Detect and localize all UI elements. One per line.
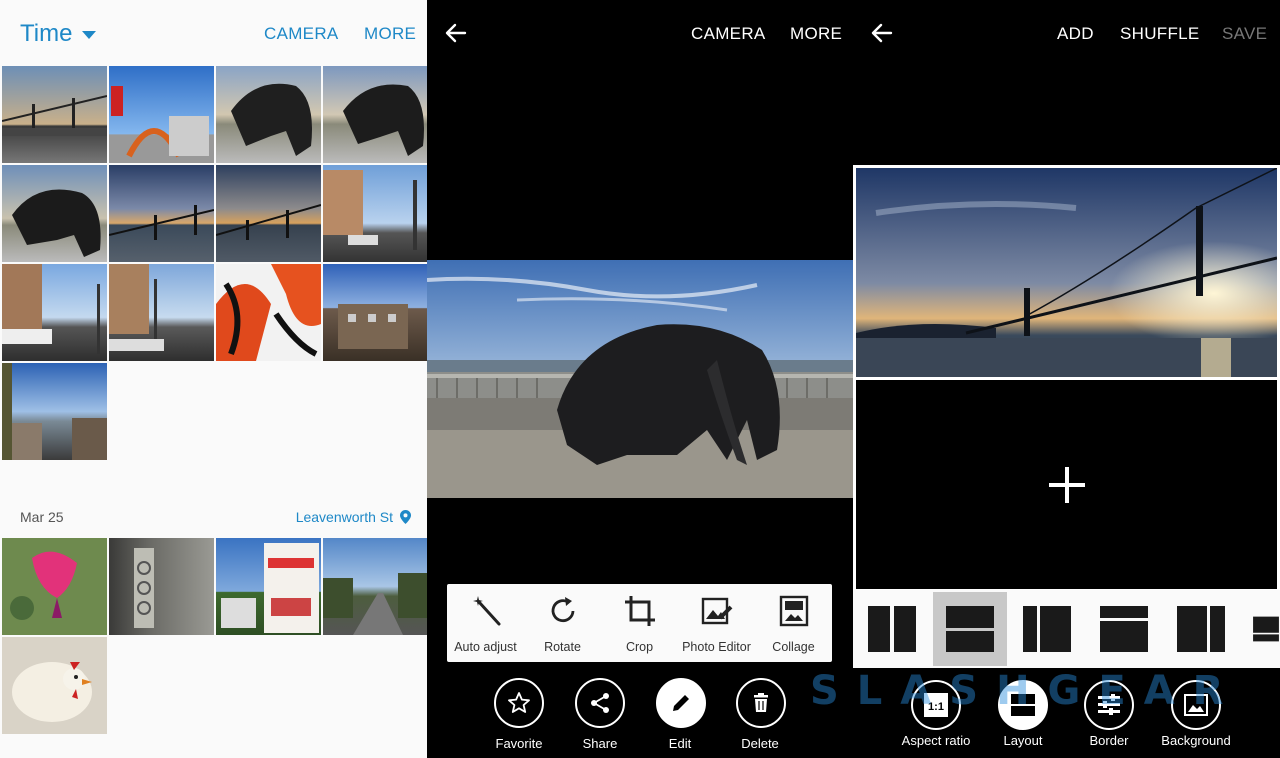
back-arrow-icon[interactable] (445, 22, 467, 44)
shuffle-button[interactable]: SHUFFLE (1120, 24, 1200, 44)
layout-options-strip (853, 590, 1280, 668)
more-button[interactable]: MORE (790, 24, 842, 44)
photo-viewer-panel: CAMERA MORE Auto adjust Rotate Crop Phot… (427, 0, 853, 758)
photo-thumbnail[interactable] (109, 264, 214, 361)
photo-editor-option[interactable]: Photo Editor (679, 592, 755, 654)
layout-tall-short-rows-icon (1253, 616, 1279, 642)
view-mode-label: Time (20, 20, 73, 47)
photo-grid (0, 66, 427, 460)
watermark-text: SLASHGEAR (810, 668, 1242, 714)
layout-option-selected[interactable] (933, 592, 1007, 666)
rotate-option[interactable]: Rotate (525, 592, 601, 654)
delete-button[interactable] (736, 678, 786, 728)
more-button[interactable]: MORE (364, 24, 416, 44)
layout-label: Layout (1003, 733, 1043, 748)
caret-down-icon (82, 31, 97, 39)
favorite-button[interactable] (494, 678, 544, 728)
crop-label: Crop (625, 640, 654, 654)
camera-button[interactable]: CAMERA (691, 24, 766, 44)
photo-thumbnail[interactable] (216, 66, 321, 163)
photo-thumbnail[interactable] (216, 538, 321, 635)
add-button[interactable]: ADD (1057, 24, 1094, 44)
collage-label: Collage (772, 640, 815, 654)
layout-short-tall-rows-icon (1100, 606, 1148, 652)
camera-button[interactable]: CAMERA (264, 24, 339, 44)
photo-thumbnail[interactable] (216, 264, 321, 361)
trash-icon (754, 693, 768, 712)
collage-icon (779, 595, 808, 627)
viewer-bottom-bar: Favorite Share Edit Delete (427, 678, 853, 758)
share-label: Share (582, 736, 618, 751)
pencil-icon (673, 695, 689, 711)
layout-two-rows-icon (946, 606, 994, 652)
photo-thumbnail[interactable] (109, 538, 214, 635)
layout-wide-narrow-columns-icon (1177, 606, 1225, 652)
photo-thumbnail[interactable] (2, 165, 107, 262)
add-photo-plus-icon (1048, 466, 1085, 503)
photo-thumbnail[interactable] (2, 637, 107, 734)
group-location-link[interactable]: Leavenworth St (296, 509, 393, 525)
back-arrow-icon[interactable] (871, 22, 893, 44)
edit-options-menu: Auto adjust Rotate Crop Photo Editor Col… (447, 584, 832, 662)
delete-label: Delete (741, 736, 779, 751)
auto-adjust-label: Auto adjust (454, 640, 517, 654)
photo-thumbnail[interactable] (2, 66, 107, 163)
magic-wand-icon (472, 596, 500, 626)
photo-thumbnail[interactable] (323, 66, 427, 163)
photo-thumbnail[interactable] (323, 165, 427, 262)
photo-thumbnail[interactable] (2, 538, 107, 635)
layout-option[interactable] (1241, 592, 1280, 666)
photo-thumbnail[interactable] (323, 538, 427, 635)
aspect-ratio-label: Aspect ratio (901, 733, 971, 748)
favorite-label: Favorite (495, 736, 543, 751)
location-pin-icon (400, 510, 411, 524)
date-group-header: Mar 25 Leavenworth St (0, 506, 427, 528)
crop-icon (624, 596, 655, 626)
background-label: Background (1161, 733, 1231, 748)
photo-thumbnail[interactable] (109, 165, 214, 262)
gallery-header: Time CAMERA MORE (0, 0, 427, 66)
layout-option[interactable] (1087, 592, 1161, 666)
rotate-icon (551, 597, 574, 623)
layout-option[interactable] (1010, 592, 1084, 666)
photo-editor-label: Photo Editor (682, 640, 751, 654)
collage-slot-1[interactable] (856, 168, 1277, 377)
collage-editor-panel: ADD SHUFFLE SAVE 1:1 Aspect ratio Layout… (853, 0, 1280, 758)
photo-thumbnail[interactable] (2, 264, 107, 361)
photo-thumbnail[interactable] (2, 363, 107, 460)
photo-editor-icon (701, 597, 732, 625)
gallery-panel: Time CAMERA MORE Mar 25 Leavenworth St (0, 0, 427, 758)
photo-grid-mar25 (0, 538, 427, 734)
view-mode-dropdown[interactable]: Time (20, 20, 97, 48)
layout-option[interactable] (1164, 592, 1238, 666)
main-photo[interactable] (427, 260, 853, 498)
edit-button[interactable] (656, 678, 706, 728)
collage-option[interactable]: Collage (756, 592, 832, 654)
group-date-label: Mar 25 (20, 509, 64, 525)
crop-option[interactable]: Crop (602, 592, 678, 654)
collage-canvas (853, 165, 1280, 592)
photo-thumbnail[interactable] (323, 264, 427, 361)
layout-option[interactable] (855, 592, 929, 666)
border-label: Border (1089, 733, 1129, 748)
share-icon (591, 693, 609, 713)
share-button[interactable] (575, 678, 625, 728)
save-button[interactable]: SAVE (1222, 24, 1267, 44)
layout-narrow-wide-columns-icon (1023, 606, 1071, 652)
rotate-label: Rotate (544, 640, 581, 654)
auto-adjust-option[interactable]: Auto adjust (448, 592, 524, 654)
layout-two-columns-icon (868, 606, 916, 652)
star-icon (508, 692, 530, 713)
collage-slot-2-empty[interactable] (856, 380, 1277, 589)
photo-thumbnail[interactable] (216, 165, 321, 262)
photo-thumbnail[interactable] (109, 66, 214, 163)
edit-label: Edit (668, 736, 692, 751)
